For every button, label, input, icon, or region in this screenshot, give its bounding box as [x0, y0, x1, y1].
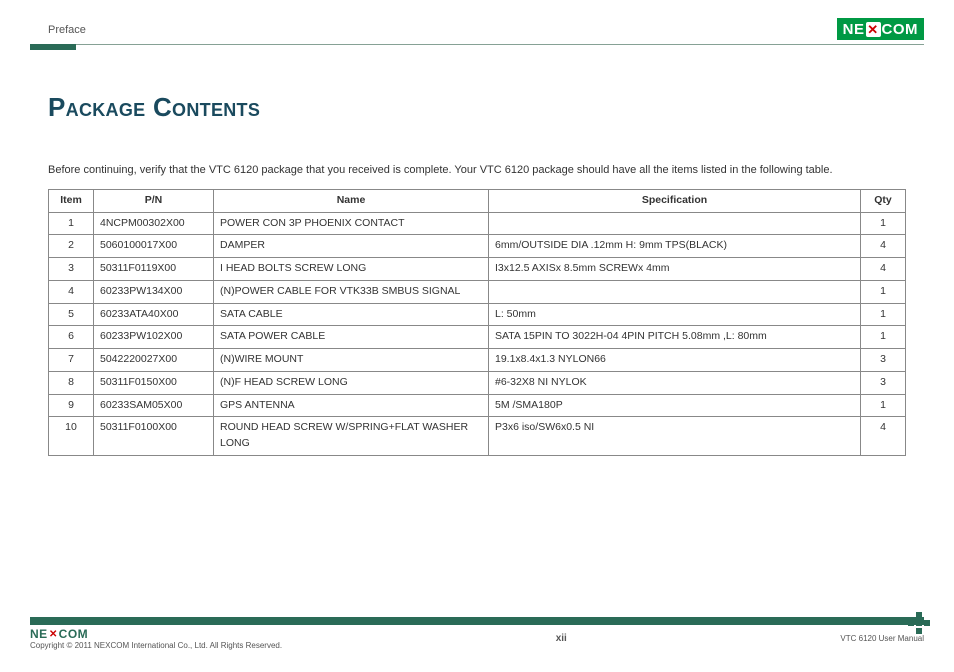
brand-x-icon: ✕: [866, 22, 881, 37]
cell-name: ROUND HEAD SCREW W/SPRING+FLAT WASHER LO…: [214, 417, 489, 456]
cell-pn: 50311F0150X00: [94, 371, 214, 394]
cell-qty: 4: [861, 417, 906, 456]
footer-brand-right: COM: [59, 627, 89, 641]
cell-pn: 4NCPM00302X00: [94, 212, 214, 235]
cell-spec: L: 50mm: [489, 303, 861, 326]
cell-name: SATA POWER CABLE: [214, 326, 489, 349]
copyright-text: Copyright © 2011 NEXCOM International Co…: [30, 641, 282, 650]
page-header: Preface NE✕COM: [30, 0, 924, 40]
cell-pn: 5042220027X00: [94, 349, 214, 372]
table-row: 1050311F0100X00ROUND HEAD SCREW W/SPRING…: [49, 417, 906, 456]
cell-item: 10: [49, 417, 94, 456]
footer-brand-logo: NE✕COM: [30, 627, 282, 641]
cell-pn: 60233PW102X00: [94, 326, 214, 349]
cell-name: (N)WIRE MOUNT: [214, 349, 489, 372]
cell-qty: 1: [861, 303, 906, 326]
cell-qty: 1: [861, 212, 906, 235]
cell-qty: 3: [861, 371, 906, 394]
cell-spec: 6mm/OUTSIDE DIA .12mm H: 9mm TPS(BLACK): [489, 235, 861, 258]
cell-qty: 3: [861, 349, 906, 372]
cell-qty: 1: [861, 326, 906, 349]
cell-item: 6: [49, 326, 94, 349]
cell-pn: 60233PW134X00: [94, 280, 214, 303]
cell-spec: [489, 280, 861, 303]
brand-right: COM: [882, 21, 919, 38]
cell-item: 4: [49, 280, 94, 303]
doc-name: VTC 6120 User Manual: [840, 634, 924, 643]
cell-name: (N)POWER CABLE FOR VTK33B SMBUS SIGNAL: [214, 280, 489, 303]
table-row: 350311F0119X00I HEAD BOLTS SCREW LONGI3x…: [49, 258, 906, 281]
table-row: 560233ATA40X00SATA CABLEL: 50mm1: [49, 303, 906, 326]
cell-item: 7: [49, 349, 94, 372]
cell-name: POWER CON 3P PHOENIX CONTACT: [214, 212, 489, 235]
cell-pn: 50311F0100X00: [94, 417, 214, 456]
cell-spec: #6-32X8 NI NYLOK: [489, 371, 861, 394]
footer-brand-x-icon: ✕: [48, 629, 59, 640]
footer-left: NE✕COM Copyright © 2011 NEXCOM Internati…: [30, 627, 282, 650]
table-row: 460233PW134X00(N)POWER CABLE FOR VTK33B …: [49, 280, 906, 303]
brand-left: NE: [843, 21, 865, 38]
cell-qty: 1: [861, 394, 906, 417]
cell-qty: 4: [861, 258, 906, 281]
footer-row: NE✕COM Copyright © 2011 NEXCOM Internati…: [30, 627, 924, 650]
table-row: 960233SAM05X00GPS ANTENNA5M /SMA180P1: [49, 394, 906, 417]
footer-ornament-icon: [908, 612, 930, 634]
cell-qty: 4: [861, 235, 906, 258]
table-row: 660233PW102X00SATA POWER CABLESATA 15PIN…: [49, 326, 906, 349]
table-row: 850311F0150X00(N)F HEAD SCREW LONG#6-32X…: [49, 371, 906, 394]
intro-paragraph: Before continuing, verify that the VTC 6…: [48, 163, 906, 179]
cell-pn: 5060100017X00: [94, 235, 214, 258]
page-title: Package Contents: [48, 92, 924, 123]
cell-item: 9: [49, 394, 94, 417]
cell-name: SATA CABLE: [214, 303, 489, 326]
section-label: Preface: [30, 24, 86, 40]
cell-spec: 5M /SMA180P: [489, 394, 861, 417]
table-row: 25060100017X00DAMPER6mm/OUTSIDE DIA .12m…: [49, 235, 906, 258]
table-row: 75042220027X00(N)WIRE MOUNT19.1x8.4x1.3 …: [49, 349, 906, 372]
document-page: Preface NE✕COM Package Contents Before c…: [0, 0, 954, 672]
header-accent-tab: [30, 44, 76, 50]
th-pn: P/N: [94, 189, 214, 212]
th-spec: Specification: [489, 189, 861, 212]
package-contents-table: Item P/N Name Specification Qty 14NCPM00…: [48, 189, 906, 456]
header-rule: [30, 44, 924, 45]
cell-spec: 19.1x8.4x1.3 NYLON66: [489, 349, 861, 372]
cell-spec: P3x6 iso/SW6x0.5 NI: [489, 417, 861, 456]
cell-item: 3: [49, 258, 94, 281]
cell-item: 1: [49, 212, 94, 235]
cell-name: DAMPER: [214, 235, 489, 258]
cell-spec: I3x12.5 AXISx 8.5mm SCREWx 4mm: [489, 258, 861, 281]
page-number: xii: [556, 633, 567, 644]
th-item: Item: [49, 189, 94, 212]
cell-name: GPS ANTENNA: [214, 394, 489, 417]
cell-item: 2: [49, 235, 94, 258]
th-qty: Qty: [861, 189, 906, 212]
table-row: 14NCPM00302X00POWER CON 3P PHOENIX CONTA…: [49, 212, 906, 235]
cell-spec: [489, 212, 861, 235]
cell-item: 5: [49, 303, 94, 326]
table-header-row: Item P/N Name Specification Qty: [49, 189, 906, 212]
th-name: Name: [214, 189, 489, 212]
brand-logo-text: NE✕COM: [843, 21, 918, 38]
cell-pn: 60233ATA40X00: [94, 303, 214, 326]
cell-name: I HEAD BOLTS SCREW LONG: [214, 258, 489, 281]
cell-qty: 1: [861, 280, 906, 303]
footer-brand-left: NE: [30, 627, 48, 641]
page-footer: NE✕COM Copyright © 2011 NEXCOM Internati…: [30, 617, 924, 650]
brand-logo: NE✕COM: [837, 18, 924, 40]
cell-item: 8: [49, 371, 94, 394]
cell-name: (N)F HEAD SCREW LONG: [214, 371, 489, 394]
footer-bar: [30, 617, 924, 625]
cell-pn: 50311F0119X00: [94, 258, 214, 281]
cell-pn: 60233SAM05X00: [94, 394, 214, 417]
cell-spec: SATA 15PIN TO 3022H-04 4PIN PITCH 5.08mm…: [489, 326, 861, 349]
